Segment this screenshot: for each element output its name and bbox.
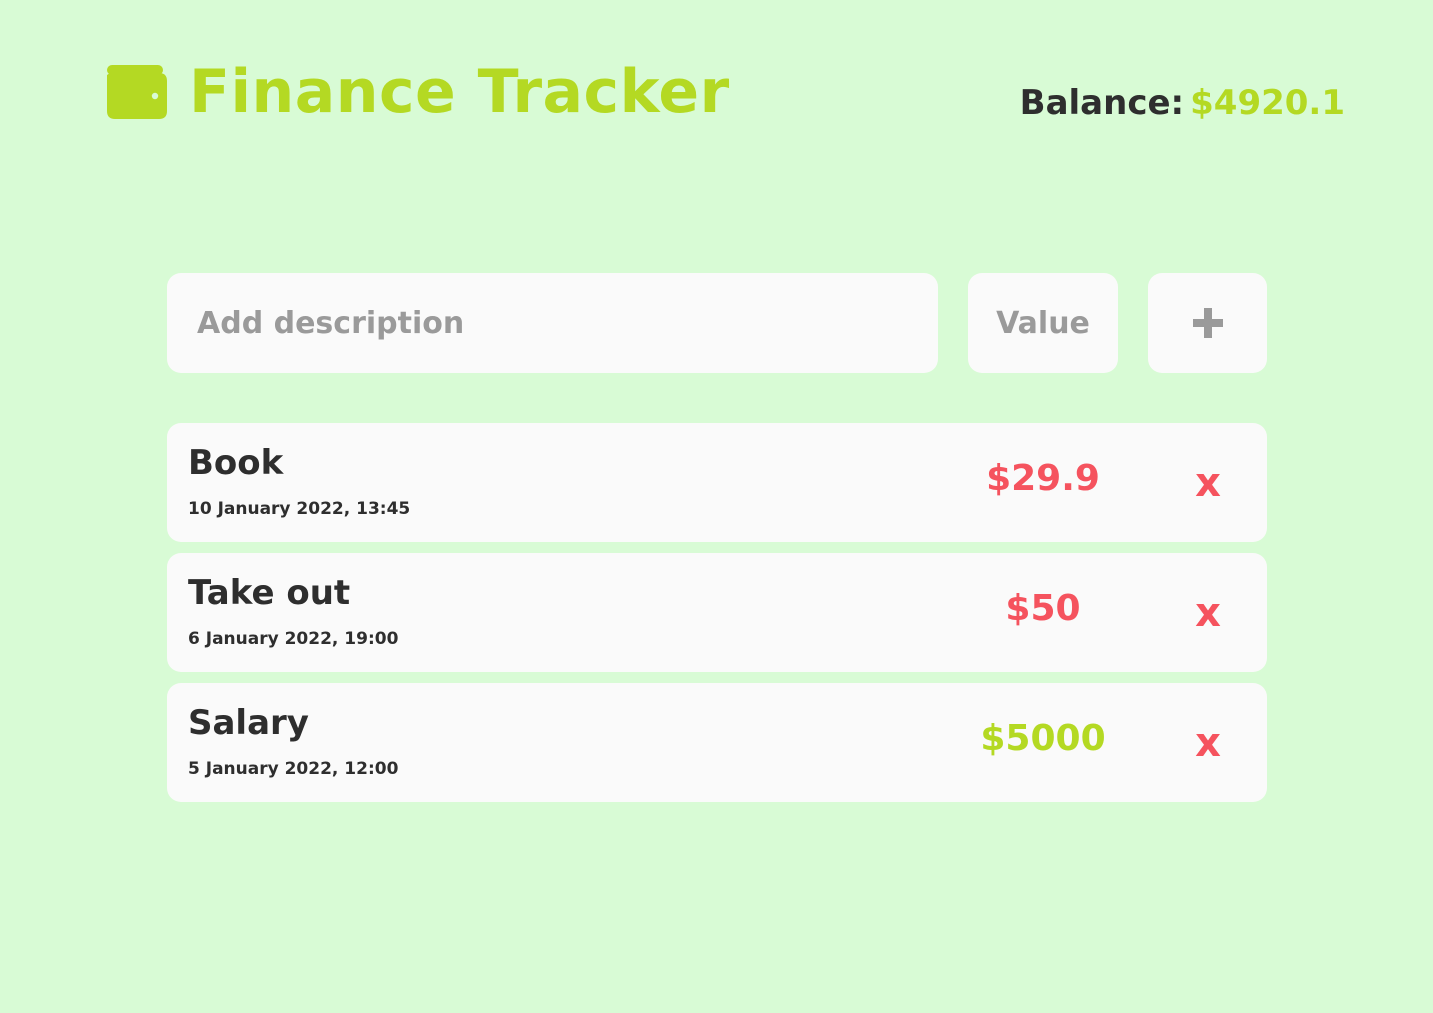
transaction-description: Salary [188, 703, 309, 743]
wallet-icon [107, 65, 167, 119]
transaction-row: Salary 5 January 2022, 12:00 $5000 x [167, 683, 1267, 802]
description-input[interactable] [167, 273, 938, 373]
add-button[interactable] [1148, 273, 1267, 373]
balance: Balance: $4920.1 [1020, 86, 1345, 120]
transaction-date: 6 January 2022, 19:00 [188, 629, 399, 649]
plus-icon [1192, 308, 1223, 338]
transaction-row: Take out 6 January 2022, 19:00 $50 x [167, 553, 1267, 672]
transaction-amount: $50 [1005, 588, 1081, 629]
transaction-row: Book 10 January 2022, 13:45 $29.9 x [167, 423, 1267, 542]
delete-button[interactable]: x [1177, 457, 1239, 509]
app-title: Finance Tracker [189, 57, 730, 127]
transaction-date: 5 January 2022, 12:00 [188, 759, 399, 779]
transaction-amount: $5000 [980, 718, 1106, 759]
value-input[interactable] [968, 273, 1118, 373]
transaction-description: Take out [188, 573, 351, 613]
transaction-amount: $29.9 [986, 458, 1100, 499]
balance-value: $4920.1 [1190, 83, 1345, 123]
app-header: Finance Tracker [107, 62, 730, 122]
delete-button[interactable]: x [1177, 587, 1239, 639]
add-transaction-form [167, 273, 1267, 373]
balance-label: Balance: [1019, 83, 1185, 123]
transaction-list: Book 10 January 2022, 13:45 $29.9 x Take… [167, 423, 1267, 813]
transaction-date: 10 January 2022, 13:45 [188, 499, 411, 519]
transaction-description: Book [188, 443, 284, 483]
delete-button[interactable]: x [1177, 717, 1239, 769]
